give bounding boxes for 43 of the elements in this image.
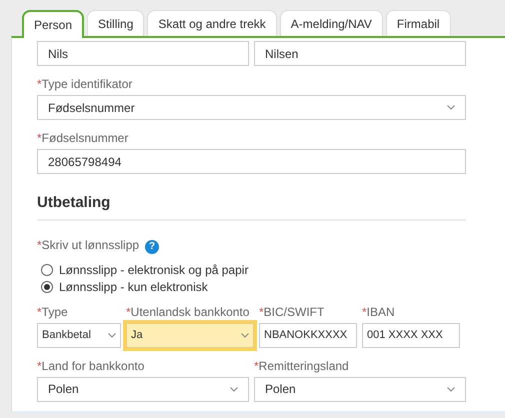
tab[interactable]: Stilling <box>87 10 144 36</box>
field-label: IBAN <box>366 304 395 318</box>
field-label: Fødselsnummer <box>42 131 128 145</box>
input-field[interactable]: Nilsen <box>254 41 466 66</box>
select-field[interactable]: Bankbetal <box>37 322 121 348</box>
field-label: BIC/SWIFT <box>264 304 324 318</box>
section-heading: Utbetaling <box>37 192 466 220</box>
chevron-down-icon <box>108 332 116 338</box>
select-field[interactable]: Polen <box>254 376 466 402</box>
required-mark: * <box>37 304 42 318</box>
chevron-down-icon <box>447 105 455 110</box>
radio-label: Lønnsslipp - elektronisk og på papir <box>59 262 248 278</box>
required-mark: * <box>37 131 42 145</box>
input-field[interactable]: NBANOKKXXXX <box>259 322 357 348</box>
input-field[interactable]: Nils <box>37 41 249 66</box>
required-mark: * <box>254 358 259 372</box>
required-mark: * <box>37 358 42 372</box>
input-field[interactable]: 001 XXXX XXX <box>362 322 460 348</box>
tab[interactable]: A-melding/NAV <box>280 10 383 36</box>
radio-button[interactable] <box>41 281 53 293</box>
field-label: Utenlandsk bankkonto <box>130 304 250 318</box>
required-mark: * <box>37 238 42 252</box>
select-field[interactable]: Polen <box>37 376 249 402</box>
chevron-down-icon <box>241 332 249 338</box>
field-label: Remitteringsland <box>258 358 349 372</box>
field-label: Land for bankkonto <box>42 358 144 372</box>
input-field[interactable]: 28065798494 <box>37 149 466 174</box>
tab[interactable]: Skatt og andre trekk <box>147 10 277 36</box>
help-icon[interactable]: ? <box>145 240 160 254</box>
field-label: Skriv ut lønnsslipp <box>42 238 140 252</box>
required-mark: * <box>37 77 42 91</box>
select-field[interactable]: Fødselsnummer <box>37 95 466 120</box>
field-label: Type <box>42 304 68 318</box>
required-mark: * <box>126 304 131 318</box>
field-label: Type identifikator <box>42 77 132 91</box>
tab[interactable]: Firmabil <box>386 10 451 36</box>
required-mark: * <box>259 304 264 318</box>
radio-label: Lønnsslipp - kun elektronisk <box>59 278 208 296</box>
tab[interactable]: Person <box>22 10 84 38</box>
chevron-down-icon <box>447 386 455 392</box>
chevron-down-icon <box>230 386 238 392</box>
required-mark: * <box>362 304 367 318</box>
radio-button[interactable] <box>41 264 53 276</box>
